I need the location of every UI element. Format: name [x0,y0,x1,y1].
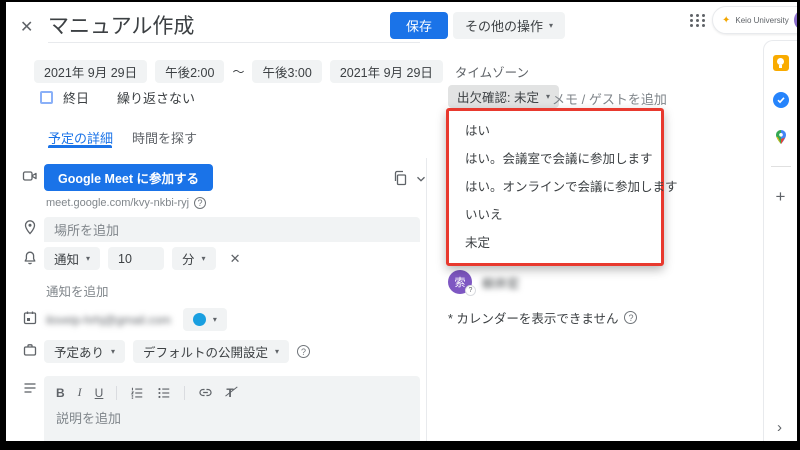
time-separator: ～ [232,63,244,80]
visibility-dropdown[interactable]: デフォルトの公開設定 ▾ [133,340,289,363]
calendar-icon [22,310,38,326]
account-pill[interactable]: ✦ Keio University [712,6,797,34]
join-meet-button[interactable]: Google Meet に参加する [44,164,213,191]
bold-button[interactable]: B [56,386,65,400]
insert-link-button[interactable] [198,385,213,400]
bell-icon [22,250,38,266]
screenshot-frame: ✕ マニュアル作成 保存 その他の操作 ▾ ✦ Keio University … [0,0,800,450]
videocam-icon [22,168,38,184]
calendar-event-editor: ✕ マニュアル作成 保存 その他の操作 ▾ ✦ Keio University … [6,2,797,441]
google-keep-icon[interactable] [773,55,789,71]
busy-status-dropdown[interactable]: 予定あり ▾ [44,340,125,363]
add-memo-guests-field[interactable]: メモ / ゲストを追加 [552,89,667,108]
collapse-sidebar-button[interactable]: › [777,419,782,436]
sidebar-divider [771,166,791,167]
more-actions-button[interactable]: その他の操作 ▾ [453,12,565,39]
add-notification-link[interactable]: 通知を追加 [46,281,109,300]
active-tab-underline [48,145,112,148]
visibility-label: デフォルトの公開設定 [143,342,268,361]
account-name: Keio University [735,16,788,25]
end-time-chip[interactable]: 午後3:00 [252,60,321,83]
guest-name-blurred: 柳井宏 [482,273,520,292]
start-date-chip[interactable]: 2021年 9月 29日 [34,60,147,83]
caret-down-icon: ▾ [213,316,217,324]
caret-down-icon: ▾ [86,255,90,263]
toolbar-separator [184,386,185,400]
notification-type-label: 通知 [54,249,79,268]
clear-formatting-button[interactable]: T [226,386,233,400]
meet-link-row: meet.google.com/kvy-nkbi-ryj ? [46,197,206,209]
rsvp-dropdown-button[interactable]: 出欠確認: 未定 ▾ [448,85,559,108]
description-lines-icon [22,380,38,396]
event-color-dropdown[interactable]: ▾ [183,308,227,331]
column-divider [426,158,427,441]
help-icon[interactable]: ? [624,311,637,324]
remove-notification-icon[interactable]: ✕ [230,251,241,267]
caret-down-icon: ▾ [549,22,553,30]
save-button[interactable]: 保存 [390,12,448,39]
google-maps-icon[interactable] [773,129,789,145]
caret-down-icon: ▾ [546,93,550,101]
end-date-chip[interactable]: 2021年 9月 29日 [330,60,443,83]
meet-link-text[interactable]: meet.google.com/kvy-nkbi-ryj [46,197,189,209]
busy-status-label: 予定あり [54,342,104,361]
more-actions-label: その他の操作 [465,16,543,35]
keio-emblem-icon: ✦ [722,15,730,26]
format-toolbar: B I U T [44,376,420,404]
help-icon[interactable]: ? [297,345,310,358]
guest-avatar: 索 ? [448,270,472,294]
rsvp-option-yes-meeting-room[interactable]: はい。会議室で会議に参加します [449,145,661,173]
account-avatar[interactable] [794,9,797,31]
event-title-input[interactable]: マニュアル作成 [48,10,194,40]
underline-button[interactable]: U [95,386,104,400]
tab-find-time[interactable]: 時間を探す [132,128,197,147]
google-tasks-icon[interactable] [773,92,789,108]
guest-rsvp-unknown-badge: ? [465,285,476,296]
add-addon-button[interactable]: + [776,188,786,205]
guest-avatar-initial: 索 [455,274,466,290]
briefcase-icon [22,342,38,358]
calendar-note-row: * カレンダーを表示できません ? [448,308,637,327]
recurrence-dropdown[interactable]: 繰り返さない [117,88,195,107]
notification-unit-dropdown[interactable]: 分 ▾ [172,247,216,270]
rsvp-option-yes-online[interactable]: はい。オンラインで会議に参加します [449,173,661,201]
description-editor[interactable]: B I U T [44,376,420,441]
title-underline [48,42,420,43]
notification-unit-label: 分 [182,249,195,268]
caret-down-icon: ▾ [202,255,206,263]
rsvp-option-no[interactable]: いいえ [449,201,661,229]
bulleted-list-button[interactable] [157,386,171,400]
apps-grid-icon[interactable] [690,14,706,27]
copy-icon[interactable] [392,170,408,186]
italic-button[interactable]: I [78,385,82,400]
notification-type-dropdown[interactable]: 通知 ▾ [44,247,100,270]
calendar-note-text: * カレンダーを表示できません [448,308,618,327]
close-icon[interactable]: ✕ [20,17,33,37]
rsvp-option-yes[interactable]: はい [449,117,661,145]
help-icon[interactable]: ? [194,197,206,209]
location-pin-icon [22,219,38,235]
location-input[interactable]: 場所を追加 [44,217,420,242]
start-time-chip[interactable]: 午後2:00 [155,60,224,83]
color-swatch [193,313,206,326]
notification-value-input[interactable]: 10 [108,247,164,270]
rsvp-button-label: 出欠確認: 未定 [457,87,539,106]
timezone-link[interactable]: タイムゾーン [455,62,529,81]
caret-down-icon: ▾ [111,348,115,356]
numbered-list-button[interactable] [130,386,144,400]
all-day-label: 終日 [63,88,89,107]
companion-sidebar: + › [763,40,797,441]
calendar-email-blurred[interactable]: iloveip-hrhj@gmail.com [46,313,171,327]
all-day-checkbox[interactable] [40,91,53,104]
rsvp-options-menu: はい はい。会議室で会議に参加します はい。オンラインで会議に参加します いいえ… [446,108,664,266]
toolbar-separator [116,386,117,400]
caret-down-icon: ▾ [275,348,279,356]
description-placeholder[interactable]: 説明を追加 [44,404,420,431]
rsvp-option-undecided[interactable]: 未定 [449,229,661,257]
